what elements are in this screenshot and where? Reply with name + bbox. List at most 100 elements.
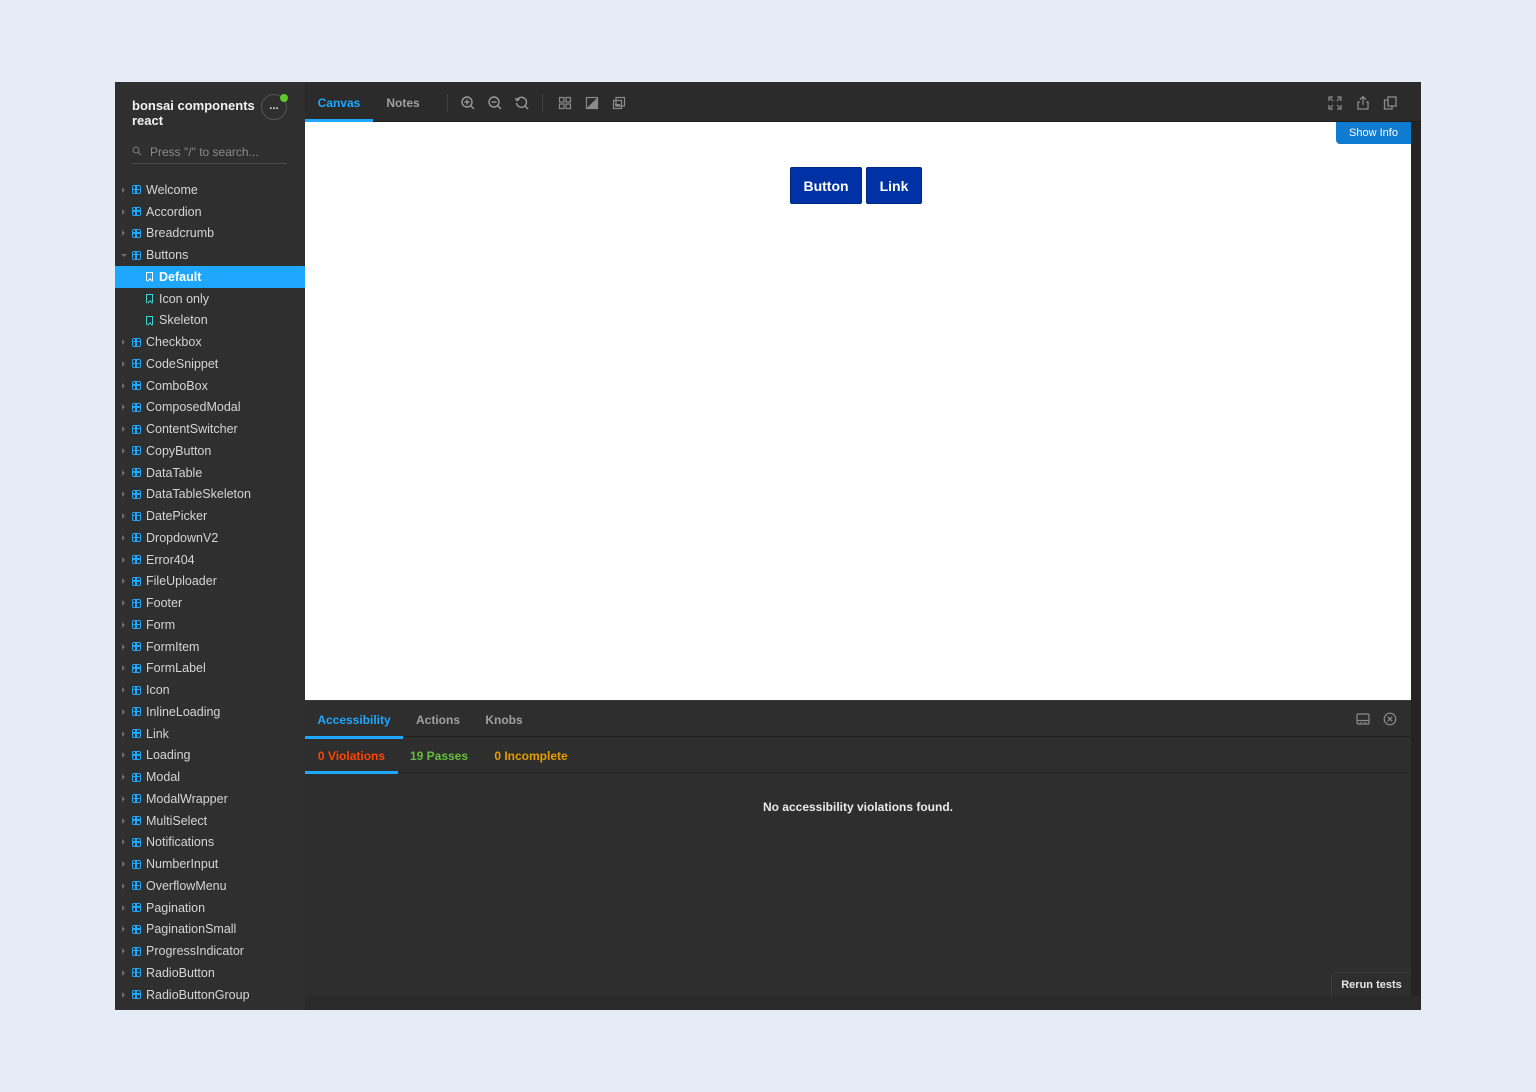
share-icon[interactable]: [1355, 95, 1371, 111]
sidebar-component-item[interactable]: Breadcrumb: [115, 223, 305, 245]
chevron-right-icon[interactable]: [122, 643, 125, 650]
chevron-right-icon[interactable]: [122, 687, 125, 694]
chevron-right-icon[interactable]: [122, 861, 125, 868]
sidebar-component-item[interactable]: FileUploader: [115, 571, 305, 593]
demo-link-button[interactable]: Link: [866, 167, 922, 204]
sidebar-item-label: CodeSnippet: [146, 356, 219, 371]
sidebar-component-item[interactable]: Loading: [115, 745, 305, 767]
grid-icon[interactable]: [557, 95, 573, 111]
tab-passes[interactable]: 19 Passes: [398, 737, 480, 773]
chevron-right-icon[interactable]: [122, 948, 125, 955]
zoom-in-icon[interactable]: [460, 95, 476, 111]
chevron-right-icon[interactable]: [122, 752, 125, 759]
chevron-right-icon[interactable]: [122, 382, 125, 389]
chevron-right-icon[interactable]: [122, 208, 125, 215]
chevron-right-icon[interactable]: [122, 426, 125, 433]
chevron-right-icon[interactable]: [122, 730, 125, 737]
sidebar-component-item[interactable]: DropdownV2: [115, 527, 305, 549]
tab-canvas[interactable]: Canvas: [305, 82, 373, 122]
sidebar-component-item[interactable]: OverflowMenu: [115, 875, 305, 897]
fullscreen-icon[interactable]: [1327, 95, 1343, 111]
zoom-reset-icon[interactable]: [514, 95, 530, 111]
sidebar-component-item[interactable]: ModalWrapper: [115, 788, 305, 810]
chevron-right-icon[interactable]: [122, 817, 125, 824]
chevron-right-icon[interactable]: [122, 708, 125, 715]
zoom-out-icon[interactable]: [487, 95, 503, 111]
tab-violations[interactable]: 0 Violations: [305, 737, 398, 774]
sidebar-component-item[interactable]: Link: [115, 723, 305, 745]
chevron-right-icon[interactable]: [122, 230, 125, 237]
sidebar-component-item[interactable]: Form: [115, 614, 305, 636]
sidebar-component-item[interactable]: InlineLoading: [115, 701, 305, 723]
chevron-right-icon[interactable]: [122, 904, 125, 911]
chevron-right-icon[interactable]: [122, 534, 125, 541]
chevron-right-icon[interactable]: [122, 339, 125, 346]
chevron-right-icon[interactable]: [122, 991, 125, 998]
sidebar-component-item[interactable]: RadioButtonGroup: [115, 984, 305, 1006]
sidebar-component-item[interactable]: Buttons: [115, 244, 305, 266]
sidebar-component-item[interactable]: FormLabel: [115, 658, 305, 680]
sidebar-component-item[interactable]: FormItem: [115, 636, 305, 658]
tab-notes[interactable]: Notes: [373, 82, 433, 122]
chevron-right-icon[interactable]: [122, 404, 125, 411]
sidebar-component-item[interactable]: DataTable: [115, 462, 305, 484]
chevron-right-icon[interactable]: [122, 360, 125, 367]
tab-knobs[interactable]: Knobs: [473, 701, 535, 738]
chevron-right-icon[interactable]: [122, 491, 125, 498]
sidebar-component-item[interactable]: Accordion: [115, 201, 305, 223]
copy-icon[interactable]: [1382, 95, 1398, 111]
sidebar-component-item[interactable]: RadioButton: [115, 962, 305, 984]
sidebar-component-item[interactable]: DatePicker: [115, 505, 305, 527]
chevron-right-icon[interactable]: [122, 556, 125, 563]
tab-actions[interactable]: Actions: [403, 701, 473, 738]
chevron-right-icon[interactable]: [122, 882, 125, 889]
rerun-tests-button[interactable]: Rerun tests: [1331, 972, 1411, 996]
chevron-right-icon[interactable]: [122, 926, 125, 933]
chevron-right-icon[interactable]: [122, 469, 125, 476]
chevron-right-icon[interactable]: [122, 795, 125, 802]
background-icon[interactable]: [584, 95, 600, 111]
app-title[interactable]: bonsai components react: [132, 98, 262, 128]
sidebar-component-item[interactable]: Modal: [115, 766, 305, 788]
tab-accessibility[interactable]: Accessibility: [305, 701, 403, 739]
outline-icon[interactable]: [611, 95, 627, 111]
sidebar-component-item[interactable]: Error404: [115, 549, 305, 571]
sidebar-component-item[interactable]: Checkbox: [115, 331, 305, 353]
sidebar-story-item[interactable]: Default: [115, 266, 305, 288]
chevron-right-icon[interactable]: [122, 621, 125, 628]
sidebar-component-item[interactable]: NumberInput: [115, 853, 305, 875]
chevron-right-icon[interactable]: [122, 839, 125, 846]
show-info-button[interactable]: Show Info: [1336, 122, 1411, 144]
chevron-right-icon[interactable]: [122, 578, 125, 585]
chevron-right-icon[interactable]: [122, 513, 125, 520]
sidebar-component-item[interactable]: CodeSnippet: [115, 353, 305, 375]
sidebar-component-item[interactable]: ComboBox: [115, 375, 305, 397]
sidebar-component-item[interactable]: MultiSelect: [115, 810, 305, 832]
sidebar-story-item[interactable]: Skeleton: [115, 310, 305, 332]
chevron-down-icon[interactable]: [121, 254, 127, 258]
sidebar-component-item[interactable]: ProgressIndicator: [115, 940, 305, 962]
sidebar-story-item[interactable]: Icon only: [115, 288, 305, 310]
sidebar-component-item[interactable]: Pagination: [115, 897, 305, 919]
component-icon: [132, 468, 141, 478]
chevron-right-icon[interactable]: [122, 186, 125, 193]
sidebar-component-item[interactable]: CopyButton: [115, 440, 305, 462]
sidebar-component-item[interactable]: Welcome: [115, 179, 305, 201]
sidebar-component-item[interactable]: Footer: [115, 592, 305, 614]
chevron-right-icon[interactable]: [122, 774, 125, 781]
chevron-right-icon[interactable]: [122, 447, 125, 454]
chevron-right-icon[interactable]: [122, 969, 125, 976]
sidebar-component-item[interactable]: ContentSwitcher: [115, 418, 305, 440]
chevron-right-icon[interactable]: [122, 600, 125, 607]
demo-button[interactable]: Button: [790, 167, 862, 204]
chevron-right-icon[interactable]: [122, 665, 125, 672]
sidebar-component-item[interactable]: PaginationSmall: [115, 919, 305, 941]
close-panel-icon[interactable]: [1383, 712, 1397, 726]
panel-orientation-icon[interactable]: [1356, 712, 1370, 726]
tab-incomplete[interactable]: 0 Incomplete: [480, 737, 582, 773]
sidebar-component-item[interactable]: ComposedModal: [115, 397, 305, 419]
sidebar-component-item[interactable]: Icon: [115, 679, 305, 701]
search-input[interactable]: [150, 142, 287, 162]
sidebar-component-item[interactable]: DataTableSkeleton: [115, 484, 305, 506]
sidebar-component-item[interactable]: Notifications: [115, 832, 305, 854]
